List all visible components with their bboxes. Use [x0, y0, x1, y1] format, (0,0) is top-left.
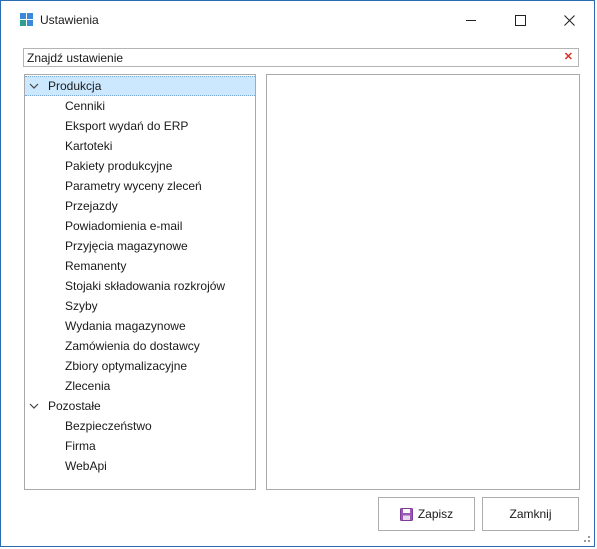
save-button[interactable]: Zapisz: [378, 497, 475, 531]
tree-item[interactable]: Remanenty: [65, 256, 126, 276]
tree-item[interactable]: Przejazdy: [65, 196, 118, 216]
settings-detail-panel: [266, 74, 580, 490]
title-bar[interactable]: Ustawienia: [1, 1, 594, 39]
search-field[interactable]: Znajdź ustawienie ✕: [23, 48, 579, 67]
close-button-label: Zamknij: [509, 507, 552, 521]
close-window-button[interactable]: [546, 7, 592, 33]
tree-item[interactable]: Cenniki: [65, 96, 105, 116]
floppy-disk-icon: [399, 507, 413, 521]
maximize-button[interactable]: [497, 7, 543, 33]
tree-item[interactable]: Stojaki składowania rozkrojów: [65, 276, 225, 296]
tree-item[interactable]: Firma: [65, 436, 96, 456]
settings-window: Ustawienia Znajdź ustawienie ✕ Produkcja…: [0, 0, 595, 547]
tree-item[interactable]: Parametry wyceny zleceń: [65, 176, 202, 196]
chevron-down-icon[interactable]: [29, 402, 39, 410]
minimize-icon: [466, 20, 476, 21]
tree-item[interactable]: WebApi: [65, 456, 107, 476]
tree-item[interactable]: Eksport wydań do ERP: [65, 116, 188, 136]
window-title: Ustawienia: [40, 13, 99, 27]
chevron-down-icon[interactable]: [29, 82, 39, 90]
close-icon: [563, 14, 575, 26]
tree-item[interactable]: Powiadomienia e-mail: [65, 216, 182, 236]
maximize-icon: [514, 14, 526, 26]
minimize-button[interactable]: [448, 7, 494, 33]
tree-item[interactable]: Zbiory optymalizacyjne: [65, 356, 187, 376]
tree-category[interactable]: Produkcja: [25, 76, 255, 96]
tree-item[interactable]: Przyjęcia magazynowe: [65, 236, 188, 256]
tree-item[interactable]: Szyby: [65, 296, 98, 316]
search-input[interactable]: Znajdź ustawienie: [27, 51, 123, 65]
tree-category-label: Pozostałe: [48, 399, 101, 413]
close-button[interactable]: Zamknij: [482, 497, 579, 531]
settings-app-icon: [20, 13, 34, 27]
tree-item[interactable]: Wydania magazynowe: [65, 316, 186, 336]
clear-search-icon[interactable]: ✕: [564, 50, 573, 63]
tree-item[interactable]: Pakiety produkcyjne: [65, 156, 172, 176]
tree-item[interactable]: Bezpieczeństwo: [65, 416, 152, 436]
tree-item[interactable]: Kartoteki: [65, 136, 112, 156]
settings-tree[interactable]: Produkcja Cenniki Eksport wydań do ERP Kart…: [24, 74, 256, 490]
tree-item[interactable]: Zamówienia do dostawcy: [65, 336, 200, 356]
resize-grip-icon[interactable]: [580, 532, 590, 542]
tree-category-label: Produkcja: [48, 79, 102, 93]
save-button-label: Zapisz: [417, 507, 454, 521]
tree-item[interactable]: Zlecenia: [65, 376, 110, 396]
